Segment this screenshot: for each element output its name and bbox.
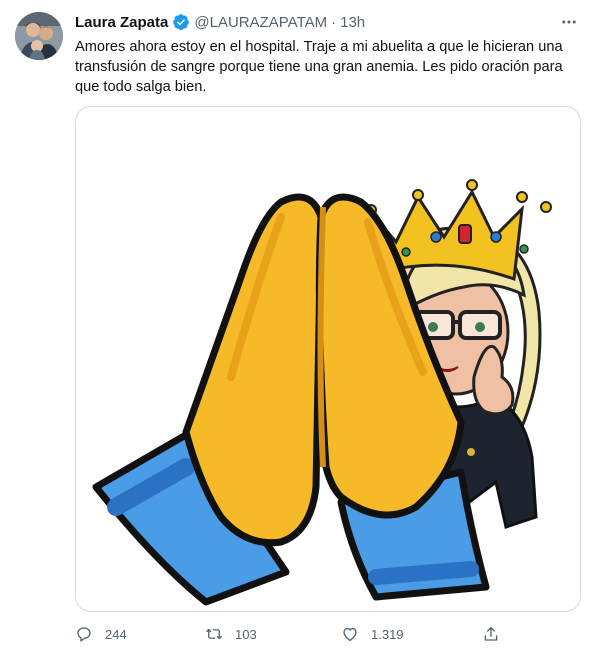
share-button[interactable] <box>482 622 500 646</box>
more-button[interactable] <box>557 12 581 32</box>
avatar[interactable] <box>15 12 63 60</box>
avatar-image <box>15 12 63 60</box>
tweet-media[interactable] <box>75 106 581 612</box>
retweet-count: 103 <box>235 626 257 642</box>
reply-button[interactable]: 244 <box>75 622 127 646</box>
like-button[interactable]: 1.319 <box>341 622 404 646</box>
author-handle[interactable]: @LAURAZAPATAM <box>194 14 327 31</box>
tweet-header: Laura Zapata @LAURAZAPATAM · 13h <box>75 12 365 32</box>
share-icon <box>484 626 498 641</box>
bitmoji-praying-image <box>76 107 580 611</box>
heart-icon <box>343 627 357 642</box>
reply-count: 244 <box>105 626 127 642</box>
reply-icon <box>77 627 91 642</box>
tweet-text: Amores ahora estoy en el hospital. Traje… <box>75 39 563 95</box>
tweet-actions: 244 103 1.319 <box>75 622 505 646</box>
retweet-icon <box>206 628 222 640</box>
retweet-button[interactable]: 103 <box>205 622 257 646</box>
author-name[interactable]: Laura Zapata <box>75 14 168 31</box>
like-count: 1.319 <box>371 626 404 642</box>
more-icon <box>562 20 576 24</box>
tweet-time[interactable]: 13h <box>340 14 365 31</box>
verified-badge-icon <box>172 13 190 31</box>
dot-separator: · <box>331 13 337 31</box>
